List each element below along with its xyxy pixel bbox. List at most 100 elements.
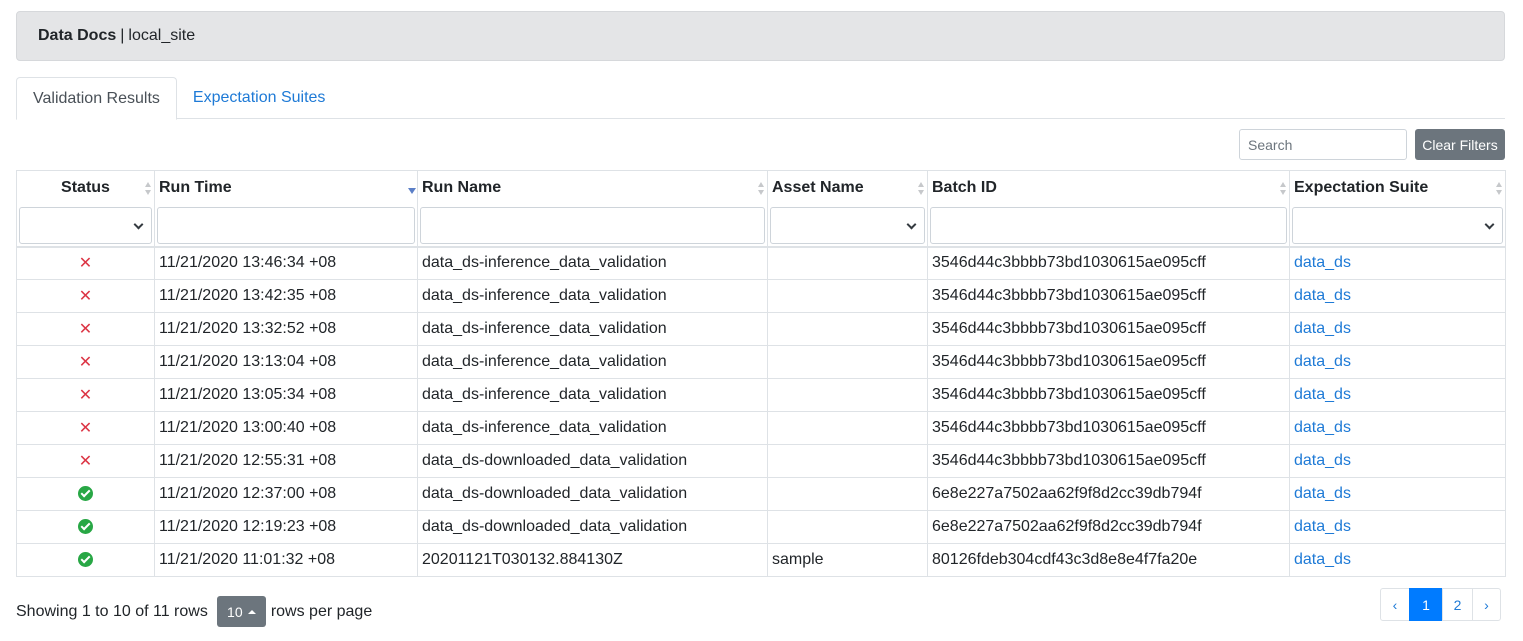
batch-id-cell: 3546d44c3bbbb73bd1030615ae095cff <box>927 411 1290 445</box>
suite-filter-select[interactable] <box>1292 207 1503 244</box>
status-cell: ✕ <box>16 312 155 346</box>
run-name-cell: 20201121T030132.884130Z <box>417 543 768 577</box>
asset-name-cell <box>767 477 928 511</box>
batch-id-filter-input[interactable] <box>930 207 1287 244</box>
expectation-suite-link[interactable]: data_ds <box>1289 444 1506 478</box>
page-prev-button[interactable]: ‹ <box>1380 588 1410 621</box>
column-header-label: Expectation Suite <box>1294 179 1429 197</box>
search-input[interactable] <box>1239 129 1407 160</box>
failed-x-icon: ✕ <box>78 387 93 404</box>
run-name-cell: data_ds-downloaded_data_validation <box>417 510 768 544</box>
column-header-label: Run Time <box>159 179 232 197</box>
asset-name-cell <box>767 279 928 313</box>
page-size-value: 10 <box>227 603 243 620</box>
run-name-filter-cell <box>417 205 768 248</box>
sort-icon <box>145 182 151 196</box>
status-cell: ✕ <box>16 444 155 478</box>
status-cell: ✕ <box>16 411 155 445</box>
table-row: ✕ 11/21/2020 13:46:34 +08 data_ds-inferenc… <box>16 246 1506 280</box>
run-time-filter-input[interactable] <box>157 207 415 244</box>
batch-id-cell: 3546d44c3bbbb73bd1030615ae095cff <box>927 279 1290 313</box>
page-size-dropdown[interactable]: 10 <box>216 596 266 627</box>
expectation-suite-link[interactable]: data_ds <box>1289 411 1506 445</box>
column-header-expectation-suite[interactable]: Expectation Suite <box>1289 170 1506 206</box>
tab-expectation-suites[interactable]: Expectation Suites <box>177 77 342 119</box>
run-time-cell: 11/21/2020 12:55:31 +08 <box>154 444 418 478</box>
navbar: Data Docs | local_site <box>16 11 1505 61</box>
column-header-label: Asset Name <box>772 179 864 197</box>
caret-up-icon <box>247 609 256 614</box>
asset-name-filter-select[interactable] <box>770 207 925 244</box>
failed-x-icon: ✕ <box>78 354 93 371</box>
brand-separator: | <box>120 27 125 44</box>
table-row: ✕ 11/21/2020 13:00:40 +08 data_ds-inferenc… <box>16 411 1506 445</box>
run-name-filter-input[interactable] <box>420 207 765 244</box>
failed-x-icon: ✕ <box>78 255 93 273</box>
asset-name-cell <box>767 246 928 280</box>
run-name-cell: data_ds-downloaded_data_validation <box>417 477 768 511</box>
sort-desc-icon <box>408 182 416 196</box>
expectation-suite-link[interactable]: data_ds <box>1289 543 1506 577</box>
brand-title[interactable]: Data Docs <box>38 27 116 45</box>
expectation-suite-link[interactable]: data_ds <box>1289 510 1506 544</box>
expectation-suite-link[interactable]: data_ds <box>1289 312 1506 346</box>
column-header-label: Batch ID <box>932 179 997 197</box>
tab-validation-results[interactable]: Validation Results <box>16 77 177 120</box>
batch-id-cell: 3546d44c3bbbb73bd1030615ae095cff <box>927 345 1290 379</box>
column-header-batch-id[interactable]: Batch ID <box>927 170 1290 206</box>
expectation-suite-link[interactable]: data_ds <box>1289 477 1506 511</box>
expectation-suite-link[interactable]: data_ds <box>1289 279 1506 313</box>
asset-name-cell <box>767 510 928 544</box>
run-time-cell: 11/21/2020 13:42:35 +08 <box>154 279 418 313</box>
success-check-icon <box>78 519 93 535</box>
status-cell: ✕ <box>16 246 155 280</box>
failed-x-icon: ✕ <box>78 321 93 338</box>
table-row: 11/21/2020 11:01:32 +08 20201121T030132.8… <box>16 543 1506 577</box>
run-time-cell: 11/21/2020 13:13:04 +08 <box>154 345 418 379</box>
run-time-cell: 11/21/2020 12:37:00 +08 <box>154 477 418 511</box>
column-header-run-time[interactable]: Run Time <box>154 170 418 206</box>
batch-id-cell: 3546d44c3bbbb73bd1030615ae095cff <box>927 312 1290 346</box>
batch-id-cell: 3546d44c3bbbb73bd1030615ae095cff <box>927 246 1290 280</box>
page-1-button[interactable]: 1 <box>1409 588 1443 621</box>
tab-bar: Validation Results Expectation Suites <box>16 77 1505 120</box>
table-row: 11/21/2020 12:37:00 +08 data_ds-downloade… <box>16 477 1506 511</box>
column-header-label: Run Name <box>422 179 502 197</box>
status-cell <box>16 543 155 577</box>
run-time-cell: 11/21/2020 13:05:34 +08 <box>154 378 418 412</box>
asset-name-cell <box>767 444 928 478</box>
run-time-filter-cell <box>154 205 418 248</box>
pagination: ‹ 1 2 › <box>1380 588 1501 621</box>
sort-icon <box>918 182 924 196</box>
table-row: ✕ 11/21/2020 12:55:31 +08 data_ds-download… <box>16 444 1506 478</box>
run-name-cell: data_ds-inference_data_validation <box>417 345 768 379</box>
expectation-suite-link[interactable]: data_ds <box>1289 246 1506 280</box>
expectation-suite-link[interactable]: data_ds <box>1289 378 1506 412</box>
status-cell <box>16 510 155 544</box>
chevron-down-icon <box>906 219 917 230</box>
batch-id-cell: 80126fdeb304cdf43c3d8e8e4f7fa20e <box>927 543 1290 577</box>
clear-filters-button[interactable]: Clear Filters <box>1415 129 1505 160</box>
column-header-status[interactable]: Status <box>16 170 155 206</box>
asset-name-filter-cell <box>767 205 928 248</box>
run-name-cell: data_ds-inference_data_validation <box>417 246 768 280</box>
run-name-cell: data_ds-inference_data_validation <box>417 411 768 445</box>
status-cell: ✕ <box>16 345 155 379</box>
page-next-button[interactable]: › <box>1472 588 1501 621</box>
asset-name-cell <box>767 312 928 346</box>
asset-name-cell <box>767 411 928 445</box>
success-check-icon <box>78 486 93 502</box>
suite-filter-cell <box>1289 205 1506 248</box>
sort-icon <box>758 182 764 196</box>
table-row: ✕ 11/21/2020 13:32:52 +08 data_ds-inferenc… <box>16 312 1506 346</box>
column-header-run-name[interactable]: Run Name <box>417 170 768 206</box>
sort-icon <box>1496 182 1502 196</box>
column-header-asset-name[interactable]: Asset Name <box>767 170 928 206</box>
success-check-icon <box>78 552 93 568</box>
failed-x-icon: ✕ <box>78 420 93 437</box>
failed-x-icon: ✕ <box>78 288 93 305</box>
status-filter-cell <box>16 205 155 248</box>
expectation-suite-link[interactable]: data_ds <box>1289 345 1506 379</box>
page-2-button[interactable]: 2 <box>1442 588 1473 621</box>
status-filter-select[interactable] <box>19 207 152 244</box>
